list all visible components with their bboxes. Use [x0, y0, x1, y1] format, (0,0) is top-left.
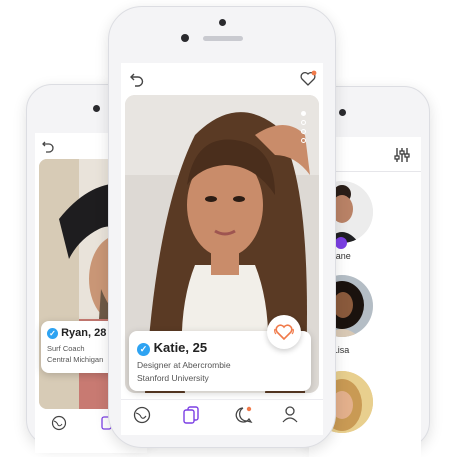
- bottom-nav: [121, 399, 323, 435]
- profile-icon[interactable]: [281, 405, 299, 428]
- verified-icon: ✓: [137, 343, 150, 356]
- filter-icon[interactable]: [393, 147, 411, 168]
- camera: [93, 105, 100, 112]
- globe-icon[interactable]: [51, 415, 67, 436]
- front-camera: [181, 34, 189, 42]
- profile-name: Katie, 25: [153, 340, 208, 355]
- camera: [219, 19, 226, 26]
- speaker: [203, 36, 243, 41]
- profile-occupation: Designer at Abercrombie: [137, 360, 231, 370]
- verified-icon: ✓: [47, 328, 58, 339]
- heart-notification-icon[interactable]: [299, 70, 317, 92]
- chat-icon[interactable]: [233, 405, 253, 430]
- globe-icon[interactable]: [133, 406, 151, 429]
- like-button[interactable]: [267, 315, 301, 349]
- photo-page-indicator: [301, 111, 307, 143]
- camera: [339, 109, 346, 116]
- screen-center: ✓ Katie, 25 Designer at Abercrombie Stan…: [121, 63, 323, 435]
- location-badge: [335, 237, 347, 249]
- undo-icon[interactable]: [129, 71, 145, 92]
- cards-icon[interactable]: [181, 405, 201, 430]
- profile-occupation: Surf Coach: [47, 344, 85, 353]
- heart-like-icon: [274, 323, 294, 346]
- phone-center: ✓ Katie, 25 Designer at Abercrombie Stan…: [108, 6, 336, 448]
- profile-name: Ryan, 28: [61, 327, 107, 339]
- profile-school: Central Michigan: [47, 355, 104, 364]
- profile-school: Stanford University: [137, 373, 209, 383]
- undo-icon[interactable]: [41, 139, 55, 158]
